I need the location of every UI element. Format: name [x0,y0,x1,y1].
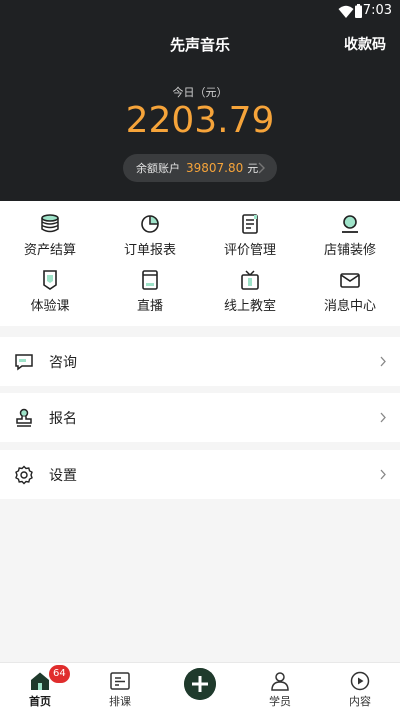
chevron-right-icon [380,412,386,423]
gear-icon [15,465,33,485]
tv-icon [241,270,259,290]
tab-label: 内容 [349,695,371,708]
shop-icon [342,215,358,233]
mail-icon [340,273,360,288]
tab-students[interactable]: 学员 [240,663,320,711]
grid-label: 体验课 [30,299,70,314]
grid-label: 店铺装修 [323,243,376,258]
balance-account-button[interactable]: 余额账户 39807.80 元 [123,154,277,182]
grid-item-online-classroom[interactable]: 线上教室 [200,257,300,314]
chevron-right-icon [380,469,386,480]
live-icon [142,270,158,290]
grid-label: 线上教室 [223,299,276,314]
battery-icon [355,4,362,18]
tab-label: 学员 [269,695,291,708]
payment-qr-button[interactable]: 收款码 [344,34,386,54]
grid-label: 消息中心 [323,299,376,314]
wifi-icon [338,5,354,18]
list-item-label: 报名 [49,411,77,427]
students-icon [271,672,289,691]
grid-item-message-center[interactable]: 消息中心 [300,257,400,314]
list-item-label: 设置 [49,468,77,484]
grid-item-review-management[interactable]: 评价管理 [200,201,300,258]
list-item-settings[interactable]: 设置 [0,450,400,499]
badge-icon [43,270,57,290]
today-amount: 2203.79 [125,100,275,141]
document-icon [242,214,258,234]
chat-icon [15,354,33,371]
balance-unit: 元 [247,162,259,175]
schedule-icon [110,672,130,690]
list-item-consult[interactable]: 咨询 [0,337,400,386]
tab-label: 首页 [29,695,51,708]
home-badge: 64 [49,665,70,683]
grid-label: 直播 [136,299,163,314]
coin-stack-icon [41,214,59,233]
plus-icon [184,668,216,700]
grid-label: 资产结算 [23,243,76,258]
play-circle-icon [350,671,370,691]
status-bar: 7:03 [0,0,400,24]
page-title: 先声音乐 [169,36,230,54]
grid-item-live[interactable]: 直播 [100,257,200,314]
grid-label: 评价管理 [223,243,276,258]
grid-item-order-report[interactable]: 订单报表 [100,201,200,258]
status-time: 7:03 [362,3,392,18]
bottom-tab-bar: 64 首页 排课 学员 内容 [0,662,400,711]
pie-chart-icon [141,215,159,233]
balance-label: 余额账户 [136,162,180,175]
add-button[interactable] [160,663,240,711]
list-item-signup[interactable]: 报名 [0,393,400,442]
grid-item-shop-decoration[interactable]: 店铺装修 [300,201,400,258]
feature-grid: 资产结算 订单报表 评价管理 店铺装修 体验课 直播 线上教室 消息中心 [0,201,400,326]
chevron-right-icon [258,162,265,174]
grid-label: 订单报表 [123,243,176,258]
today-label: 今日（元） [172,86,228,99]
home-icon [31,672,49,690]
tab-label: 排课 [109,695,131,708]
balance-value: 39807.80 [186,161,244,175]
tab-schedule[interactable]: 排课 [80,663,160,711]
grid-item-asset-settlement[interactable]: 资产结算 [0,201,100,258]
stamp-icon [16,408,32,427]
tab-content[interactable]: 内容 [320,663,400,711]
list-item-label: 咨询 [49,355,77,371]
tab-home[interactable]: 64 首页 [0,663,80,711]
header: 7:03 先声音乐 收款码 今日（元） 2203.79 余额账户 39807.8… [0,0,400,201]
grid-item-trial-class[interactable]: 体验课 [0,257,100,314]
chevron-right-icon [380,356,386,367]
